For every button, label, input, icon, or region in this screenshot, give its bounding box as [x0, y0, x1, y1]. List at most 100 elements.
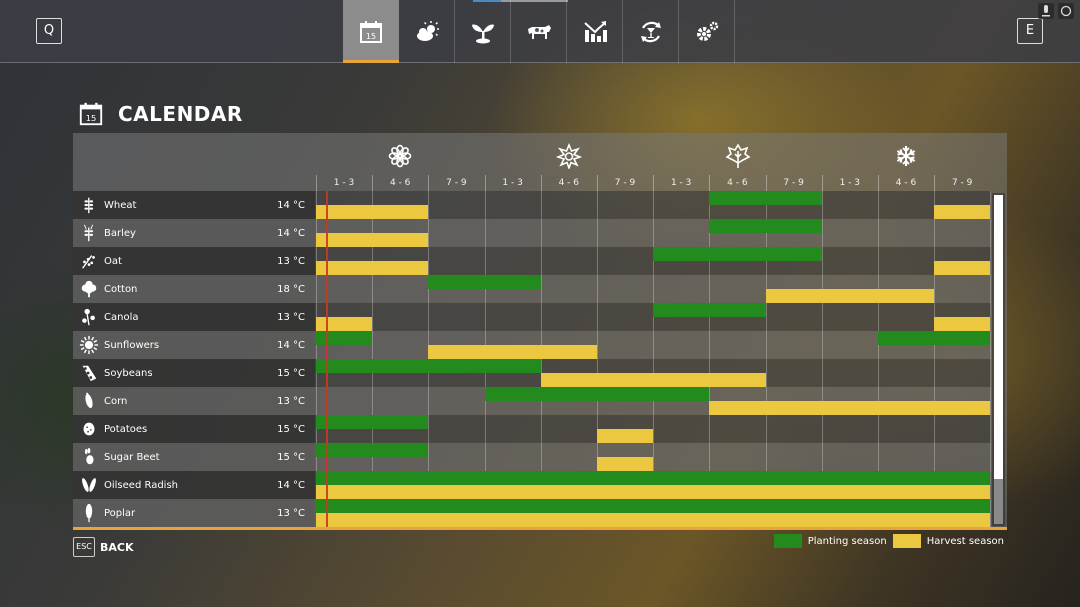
tab-crops[interactable] — [455, 0, 511, 63]
crop-info: Barley 14 °C — [73, 219, 315, 247]
crop-info: Soybeans 15 °C — [73, 359, 315, 387]
period-label: 4 - 6 — [895, 178, 917, 188]
tab-production[interactable] — [623, 0, 679, 63]
next-tab-key-e[interactable]: E — [1017, 18, 1043, 44]
harvest-bar — [316, 317, 373, 331]
planting-bar — [316, 471, 991, 485]
crop-name: Potatoes — [104, 423, 148, 435]
crop-name: Canola — [104, 311, 139, 323]
crop-temperature: 15 °C — [277, 451, 305, 463]
crop-name: Cotton — [104, 283, 138, 295]
planting-bar — [316, 443, 429, 457]
harvest-bar — [934, 261, 991, 275]
scrollbar[interactable] — [992, 193, 1005, 526]
tab-settings[interactable] — [679, 0, 735, 63]
period-divider — [709, 175, 711, 191]
planting-bar — [878, 331, 991, 345]
crop-info: Poplar 13 °C — [73, 499, 315, 527]
radish-icon — [78, 474, 100, 496]
harvest-bar — [316, 513, 991, 527]
crop-row: Potatoes 15 °C — [73, 415, 991, 443]
crop-temperature: 13 °C — [277, 311, 305, 323]
period-divider — [540, 175, 542, 191]
planting-bar — [653, 247, 822, 261]
planting-bar — [428, 275, 541, 289]
sync-icon — [1058, 3, 1074, 19]
scrollbar-track — [994, 479, 1003, 524]
period-label: 1 - 3 — [502, 178, 523, 188]
planting-bar — [316, 499, 991, 513]
crop-name: Wheat — [104, 199, 137, 211]
planting-bar — [316, 359, 541, 373]
harvest-swatch — [892, 534, 921, 548]
crop-temperature: 18 °C — [277, 283, 305, 295]
harvest-label: Harvest season — [926, 535, 1004, 547]
crop-info: Oat 13 °C — [73, 247, 315, 275]
period-label: 7 - 9 — [614, 178, 636, 188]
prev-tab-key-q[interactable]: Q — [36, 18, 62, 44]
cotton-icon — [78, 278, 100, 300]
statistics-icon — [583, 20, 607, 42]
harvest-bar — [316, 205, 429, 219]
cow-icon — [527, 24, 551, 39]
soybean-icon — [78, 362, 100, 384]
harvest-bar — [316, 261, 429, 275]
period-divider — [765, 175, 767, 191]
period-label: 7 - 9 — [951, 178, 973, 188]
crop-info: Canola 13 °C — [73, 303, 315, 331]
tab-calendar[interactable]: 15 — [343, 0, 399, 63]
crop-temperature: 15 °C — [277, 423, 305, 435]
crop-temperature: 13 °C — [277, 255, 305, 267]
crop-temperature: 14 °C — [277, 479, 305, 491]
leaf-icon — [724, 143, 751, 169]
planting-bar — [316, 415, 429, 429]
scrollbar-thumb[interactable] — [994, 195, 1003, 479]
crop-name: Soybeans — [104, 367, 153, 379]
crop-calendar: 1 - 3 4 - 6 7 - 9 1 - 3 4 - 6 7 - 9 1 - 3 4 - 6… — [73, 133, 1007, 530]
period-label: 1 - 3 — [333, 178, 355, 188]
wheat-icon — [78, 194, 100, 216]
weather-icon — [416, 20, 439, 41]
sunflower-icon — [78, 334, 100, 356]
period-divider — [878, 175, 879, 191]
period-label: 1 - 3 — [839, 178, 860, 188]
back-button[interactable]: ESC BACK — [73, 537, 134, 557]
crop-row: Barley 14 °C — [73, 219, 991, 247]
crop-info: Potatoes 15 °C — [73, 415, 315, 443]
system-icons — [1038, 3, 1074, 19]
crop-name: Oilseed Radish — [104, 479, 178, 491]
crop-name: Sugar Beet — [104, 451, 160, 463]
period-label: 4 - 6 — [558, 178, 579, 188]
crop-info: Sugar Beet 15 °C — [73, 443, 315, 471]
legend: Planting season Harvest season — [768, 534, 1004, 548]
harvest-bar — [540, 373, 766, 387]
crop-temperature: 15 °C — [277, 367, 305, 379]
flower-icon — [387, 143, 413, 169]
period-divider — [653, 175, 655, 191]
crop-name: Corn — [104, 395, 128, 407]
tab-statistics[interactable] — [567, 0, 623, 63]
crop-row: Wheat 14 °C — [73, 191, 991, 219]
top-navigation-bar: Q 15 E — [0, 0, 1080, 63]
planting-bar — [709, 191, 822, 205]
harvest-bar — [316, 485, 991, 499]
crop-name: Poplar — [104, 507, 136, 519]
harvest-bar — [428, 345, 597, 359]
sugar-beet-icon — [78, 446, 100, 468]
page-header: 15 CALENDAR — [78, 101, 243, 127]
back-label: BACK — [100, 540, 134, 554]
barley-icon — [78, 222, 100, 244]
period-label: 7 - 9 — [446, 178, 467, 188]
crop-temperature: 14 °C — [277, 199, 305, 211]
calendar-icon-day: 15 — [366, 32, 376, 41]
crop-temperature: 13 °C — [277, 507, 305, 519]
tab-weather[interactable] — [399, 0, 455, 63]
period-divider — [597, 175, 598, 191]
crop-temperature: 14 °C — [277, 227, 305, 239]
calendar-icon: 15 — [79, 102, 103, 126]
tab-animals[interactable] — [511, 0, 567, 63]
potato-icon — [78, 418, 100, 440]
crop-row: Sugar Beet 15 °C — [73, 443, 991, 471]
crop-info: Wheat 14 °C — [73, 191, 315, 219]
sun-icon — [555, 142, 583, 171]
